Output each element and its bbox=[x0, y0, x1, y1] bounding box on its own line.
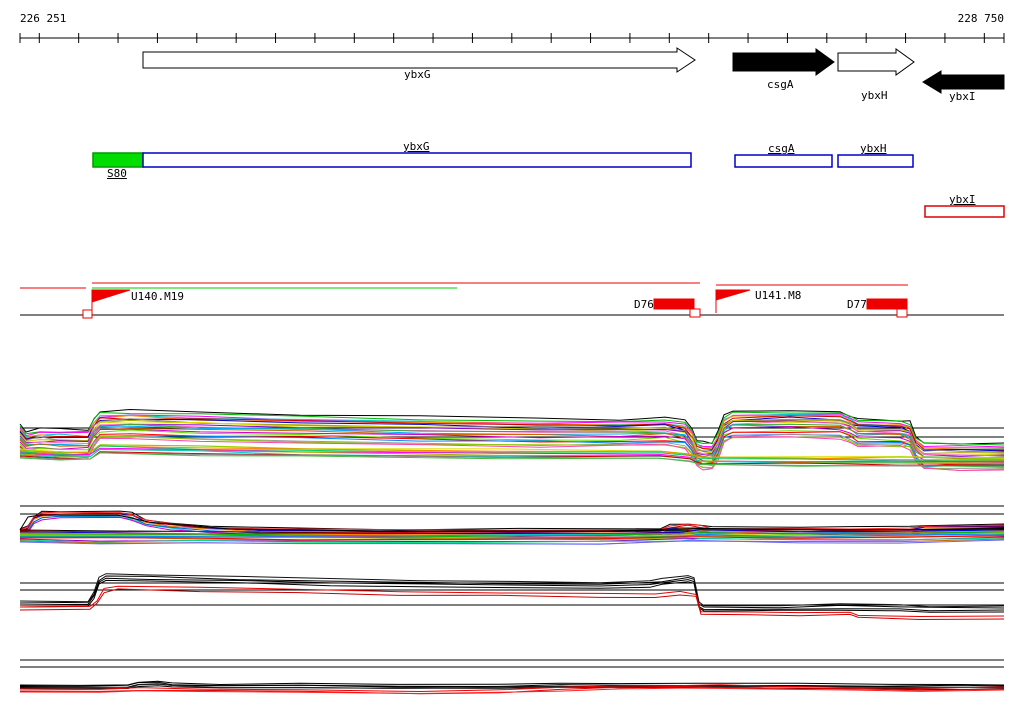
tu-box-label-D77: D77 bbox=[847, 298, 867, 311]
genome-browser-view: 226 251 228 750 ybxG csgA ybxH ybxI S80 ybxG c… bbox=[0, 0, 1024, 714]
gene-arrow-label-ybxH: ybxH bbox=[861, 89, 888, 102]
gene-link-ybxH[interactable]: ybxH bbox=[860, 143, 887, 155]
tu-box-D76[interactable] bbox=[653, 298, 695, 310]
gene-box-S80[interactable] bbox=[92, 152, 144, 168]
tu-label-U140.M19: U140.M19 bbox=[131, 290, 184, 303]
gene-link-csgA[interactable]: csgA bbox=[768, 143, 795, 155]
gene-link-ybxI[interactable]: ybxI bbox=[949, 194, 976, 206]
tracks-canvas bbox=[19, 33, 1005, 695]
gene-arrow-label-csgA: csgA bbox=[767, 78, 794, 91]
tu-open-rect-0 bbox=[82, 309, 93, 319]
tu-box-label-D76: D76 bbox=[634, 298, 654, 311]
gene-box-csgA[interactable] bbox=[734, 154, 833, 168]
gene-arrow-label-ybxG: ybxG bbox=[404, 68, 431, 81]
tu-box-D77[interactable] bbox=[866, 298, 908, 310]
tu-promoter-flag-U141.M8[interactable] bbox=[715, 289, 751, 301]
profile-panel-3-line-g0-0 bbox=[19, 575, 1005, 609]
tu-label-U141.M8: U141.M8 bbox=[755, 289, 802, 302]
gene-box-ybxG[interactable] bbox=[142, 152, 692, 168]
tu-open-rect-1 bbox=[689, 308, 701, 318]
gene-box-ybxI[interactable] bbox=[924, 205, 1005, 218]
gene-arrow-label-ybxI: ybxI bbox=[949, 90, 976, 103]
tu-promoter-flag-U140.M19[interactable] bbox=[91, 289, 131, 303]
gene-arrow-ybxH[interactable] bbox=[837, 48, 915, 76]
tu-open-rect-2 bbox=[896, 308, 908, 318]
gene-arrow-csgA[interactable] bbox=[732, 48, 835, 76]
gene-link-ybxG[interactable]: ybxG bbox=[403, 141, 430, 153]
gene-link-S80[interactable]: S80 bbox=[107, 168, 127, 180]
gene-box-ybxH[interactable] bbox=[837, 154, 914, 168]
